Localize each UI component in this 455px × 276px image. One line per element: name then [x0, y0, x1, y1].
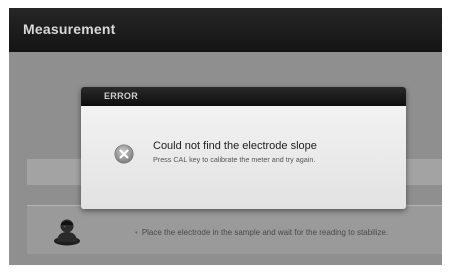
- operator-icon: [54, 219, 80, 246]
- measurement-screen: Measurement • Place the electrode in the …: [9, 8, 442, 265]
- page-title: Measurement: [23, 21, 116, 37]
- error-message: Press CAL key to calibrate the meter and…: [153, 155, 316, 164]
- error-dialog[interactable]: ERROR Could not find the electrode slope…: [81, 87, 406, 209]
- dialog-body: Could not find the electrode slope Press…: [81, 106, 406, 209]
- dialog-header-label: ERROR: [104, 91, 139, 101]
- error-title: Could not find the electrode slope: [153, 140, 317, 152]
- close-circle-icon: [114, 144, 134, 164]
- title-bar: Measurement: [9, 8, 442, 52]
- dialog-header: ERROR: [81, 87, 406, 106]
- instruction-text: • Place the electrode in the sample and w…: [135, 228, 388, 237]
- instruction-label: Place the electrode in the sample and wa…: [141, 228, 389, 237]
- bullet: •: [135, 228, 138, 237]
